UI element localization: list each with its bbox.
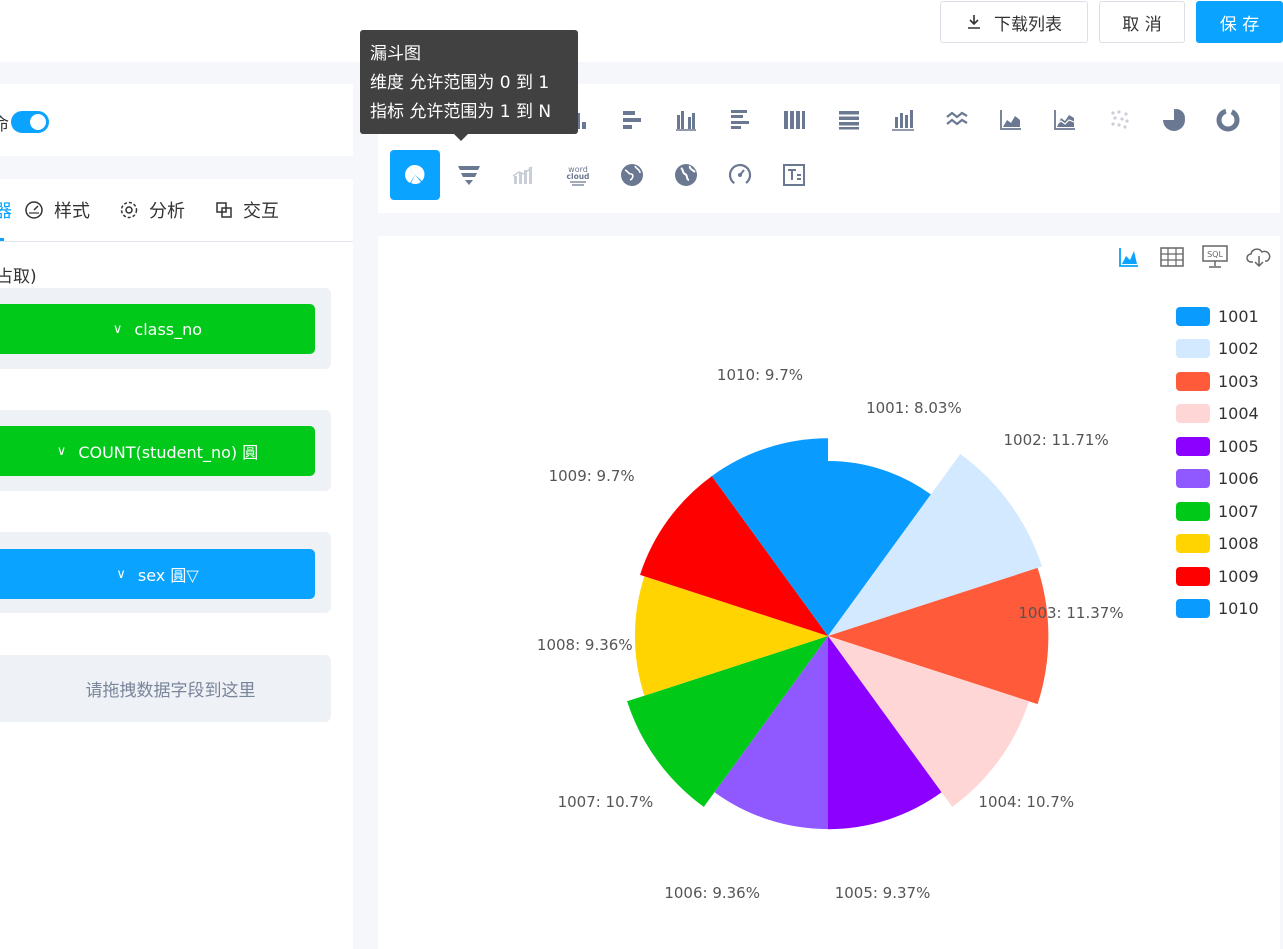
slice-label-1007: 1007: 10.7%	[557, 792, 654, 811]
legend-item-1008[interactable]: 1008	[1176, 534, 1259, 554]
legend-label: 1008	[1218, 534, 1259, 553]
slice-label-1006: 1006: 9.36%	[664, 883, 760, 902]
tooltip-arrow	[454, 134, 468, 141]
legend-swatch	[1176, 469, 1210, 488]
legend-swatch	[1176, 501, 1210, 521]
legend-item-1010[interactable]: 1010	[1176, 599, 1259, 619]
legend-item-1007[interactable]: 1007	[1176, 501, 1259, 521]
legend-item-1004[interactable]: 1004	[1176, 404, 1259, 424]
legend-item-1002[interactable]: 1002	[1176, 339, 1259, 359]
legend-label: 1005	[1218, 436, 1259, 456]
legend-item-1005[interactable]: 1005	[1176, 436, 1259, 456]
legend-label: 1010	[1218, 599, 1259, 618]
legend-swatch	[1176, 404, 1210, 423]
slice-label-1001: 1001: 8.03%	[866, 399, 962, 418]
legend-label: 1003	[1218, 371, 1259, 391]
legend-label: 1004	[1218, 404, 1259, 423]
legend-label: 1001	[1218, 306, 1259, 326]
slice-label-1003: 1003: 11.37%	[1018, 604, 1124, 622]
slice-label-1002: 1002: 11.71%	[1003, 431, 1109, 450]
legend-swatch	[1176, 339, 1210, 358]
legend-label: 1006	[1218, 469, 1259, 488]
legend-swatch	[1176, 436, 1210, 456]
legend-item-1003[interactable]: 1003	[1176, 371, 1259, 391]
tooltip-line-dimension: 维度 允许范围为 0 到 1	[370, 73, 550, 93]
legend-item-1001[interactable]: 1001	[1176, 306, 1259, 326]
tooltip-line-metric: 指标 允许范围为 1 到 N	[370, 102, 552, 122]
slice-label-1010: 1010: 9.7%	[716, 365, 804, 384]
slice-label-1008: 1008: 9.36%	[536, 636, 633, 654]
slice-label-1009: 1009: 9.7%	[548, 467, 635, 486]
legend-item-1006[interactable]: 1006	[1176, 469, 1259, 489]
legend-swatch	[1176, 566, 1210, 586]
legend-swatch	[1176, 534, 1210, 553]
legend-label: 1009	[1218, 566, 1259, 586]
legend-swatch	[1176, 599, 1210, 618]
legend-item-1009[interactable]: 1009	[1176, 566, 1259, 586]
legend-swatch	[1176, 306, 1210, 326]
slice-label-1004: 1004: 10.7%	[978, 792, 1075, 811]
legend-swatch	[1176, 371, 1210, 391]
legend-label: 1002	[1218, 339, 1259, 358]
tooltip-title: 漏斗图	[370, 44, 421, 64]
legend-label: 1007	[1218, 501, 1259, 521]
slice-label-1005: 1005: 9.37%	[834, 884, 931, 903]
chart-type-tooltip: 漏斗图 维度 允许范围为 0 到 1 指标 允许范围为 1 到 N	[360, 30, 578, 141]
